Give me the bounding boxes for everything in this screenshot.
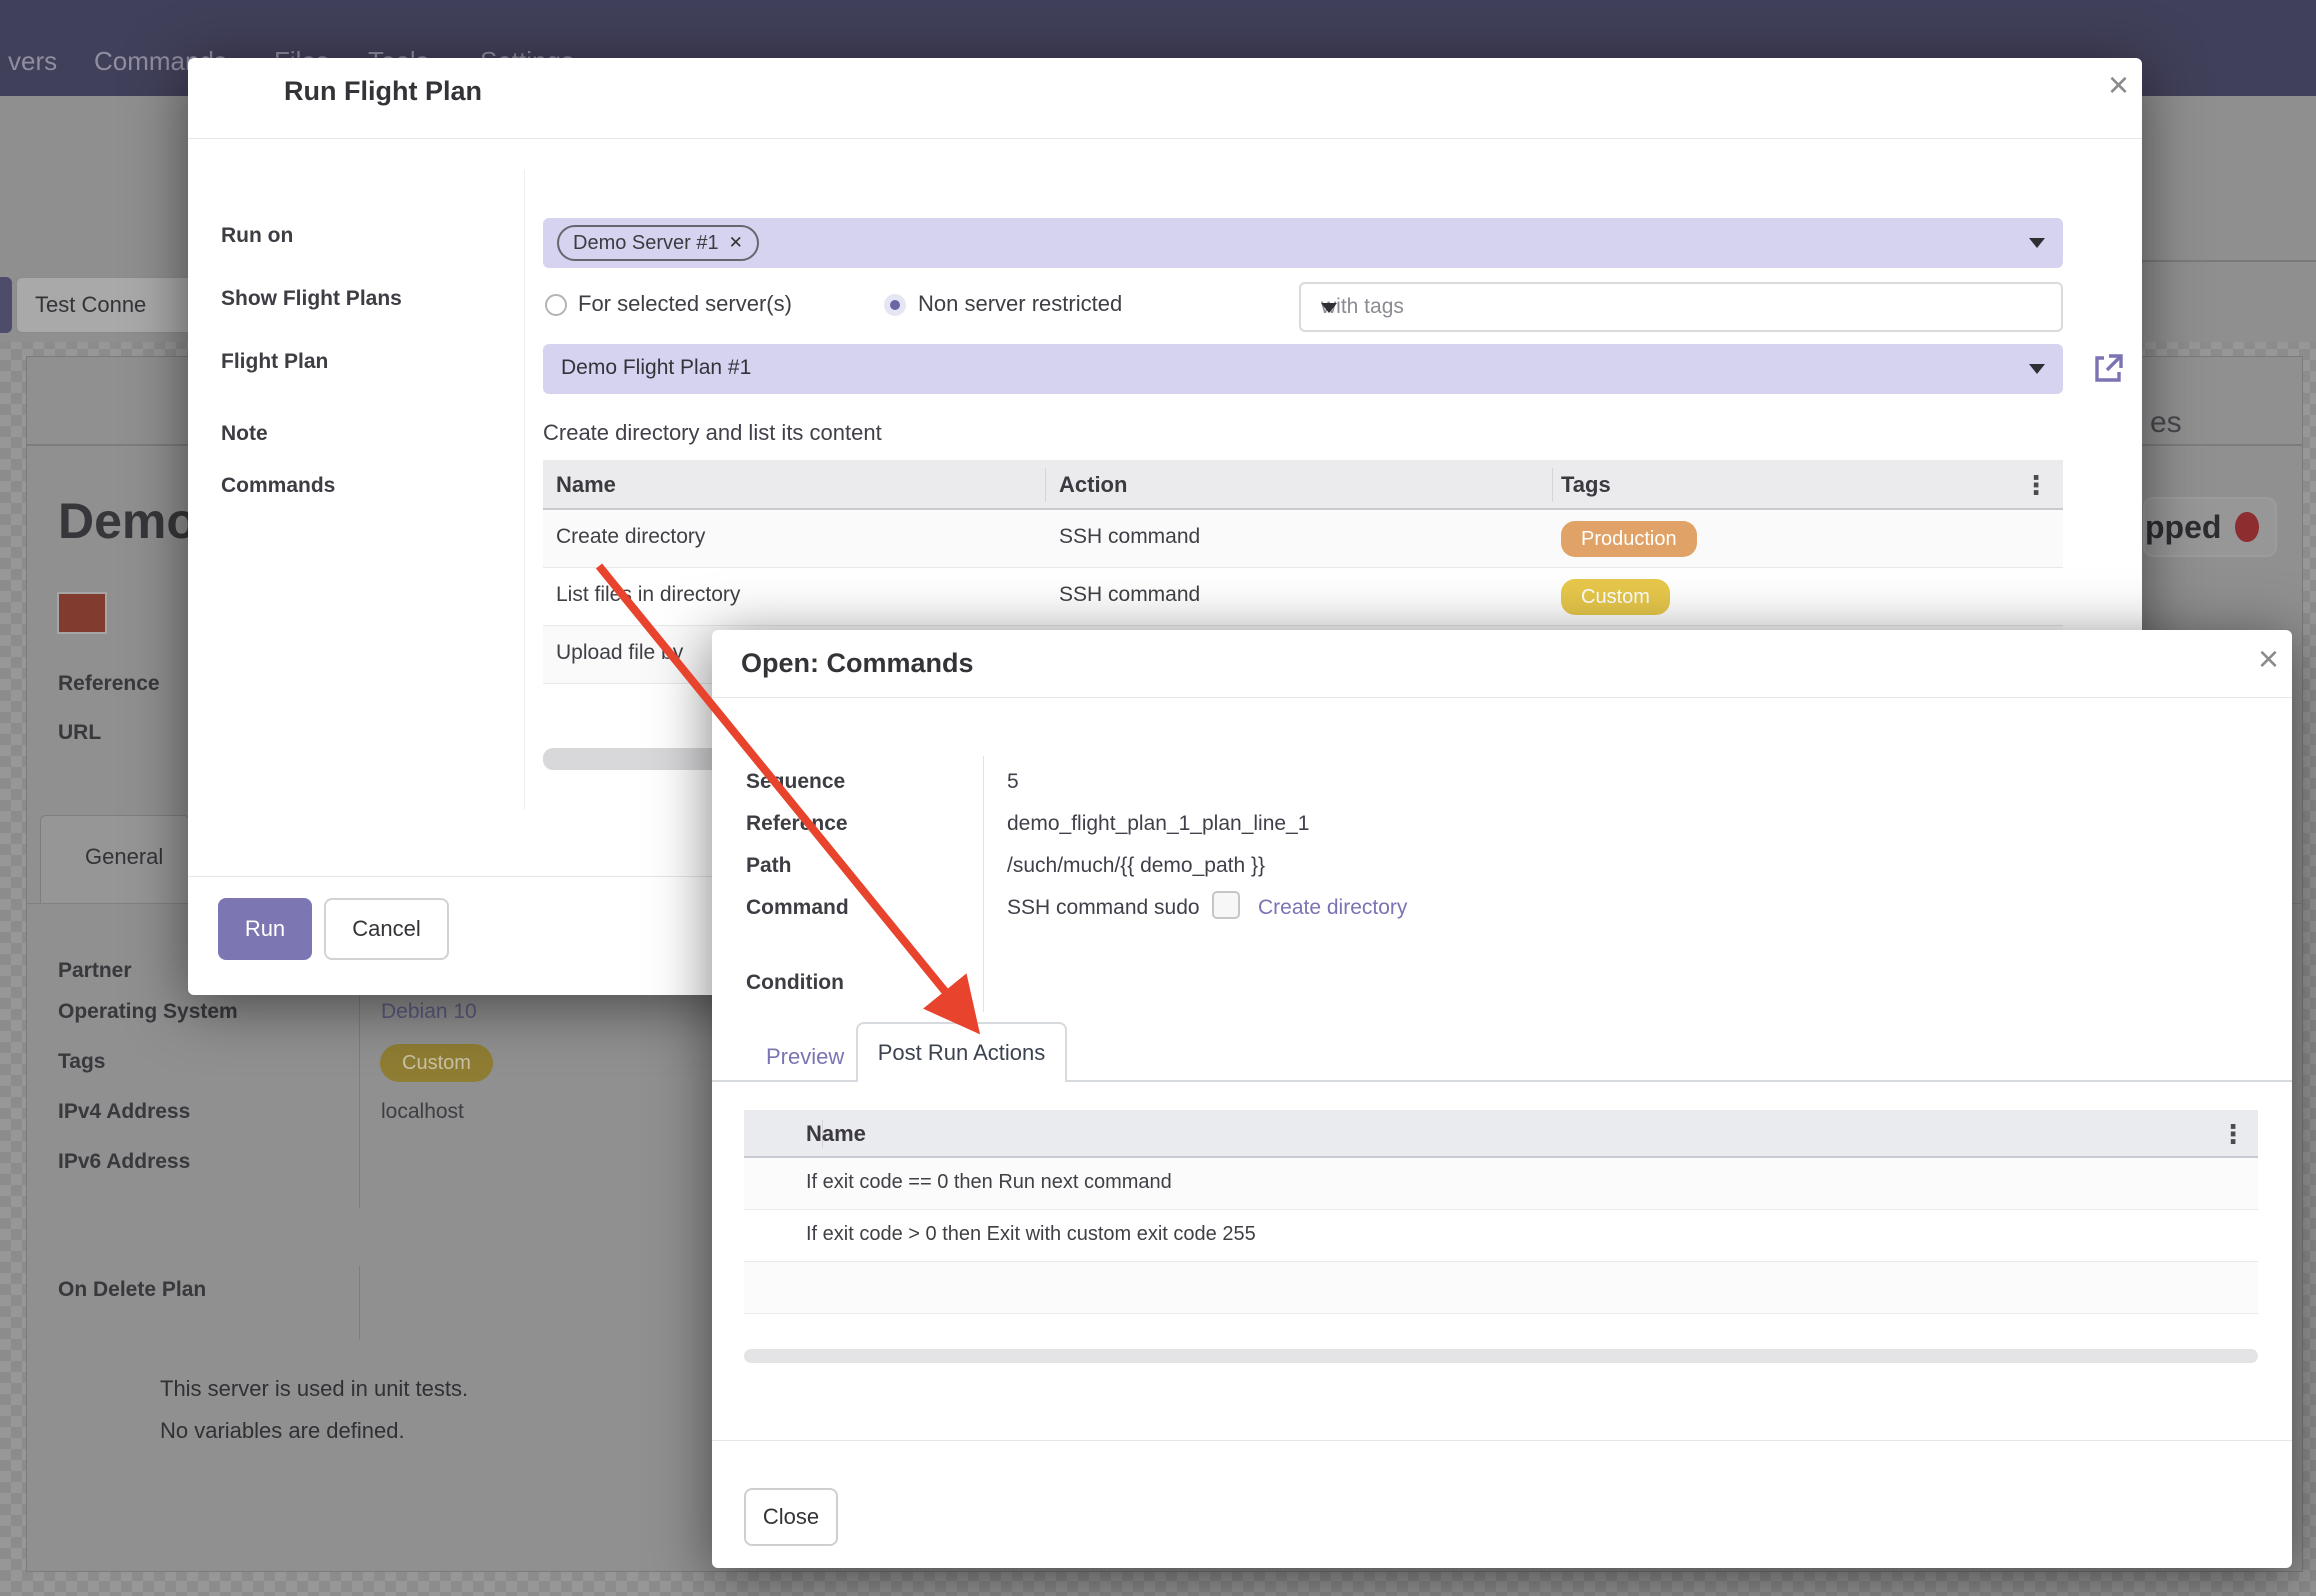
radio-for-selected-servers[interactable] bbox=[545, 294, 567, 316]
table-row[interactable]: If exit code > 0 then Exit with custom e… bbox=[744, 1210, 2258, 1262]
label-column-divider bbox=[983, 756, 984, 1012]
unit-test-note-line2: No variables are defined. bbox=[160, 1418, 405, 1444]
create-directory-link[interactable]: Create directory bbox=[1258, 896, 1407, 920]
column-name[interactable]: Name bbox=[806, 1121, 866, 1147]
reference-label: Reference bbox=[746, 812, 848, 836]
server-color-swatch[interactable] bbox=[57, 592, 107, 634]
tab-post-run-actions-label: Post Run Actions bbox=[858, 1040, 1065, 1066]
on-delete-plan-label: On Delete Plan bbox=[58, 1278, 206, 1302]
cell-action: SSH command bbox=[1059, 525, 1200, 549]
post-run-actions-table-header: Name ⋮ bbox=[744, 1110, 2258, 1158]
url-label: URL bbox=[58, 721, 101, 745]
command-value: SSH command sudo bbox=[1007, 896, 1200, 920]
tab-preview[interactable]: Preview bbox=[766, 1044, 844, 1070]
remove-tag-icon[interactable]: ✕ bbox=[729, 233, 743, 253]
chevron-down-icon[interactable] bbox=[2029, 238, 2045, 248]
horizontal-scrollbar[interactable] bbox=[744, 1349, 2258, 1363]
close-button[interactable]: Close bbox=[744, 1488, 838, 1546]
sequence-value: 5 bbox=[1007, 770, 1019, 794]
column-name[interactable]: Name bbox=[556, 472, 616, 498]
command-label: Command bbox=[746, 896, 849, 920]
reference-label: Reference bbox=[58, 672, 160, 696]
note-value: Create directory and list its content bbox=[543, 420, 882, 446]
chevron-down-icon[interactable] bbox=[2029, 364, 2045, 374]
column-tags[interactable]: Tags bbox=[1561, 472, 1611, 498]
path-label: Path bbox=[746, 854, 792, 878]
table-row-empty[interactable] bbox=[744, 1262, 2258, 1314]
show-flight-plans-label: Show Flight Plans bbox=[221, 287, 402, 311]
cell-name: If exit code == 0 then Run next command bbox=[806, 1171, 1172, 1194]
table-row[interactable]: If exit code == 0 then Run next command bbox=[744, 1158, 2258, 1210]
flight-plan-value: Demo Flight Plan #1 bbox=[561, 356, 751, 380]
selected-server-tag-label: Demo Server #1 bbox=[573, 232, 719, 255]
label-column-divider bbox=[524, 170, 525, 810]
commands-table-header: Name Action Tags ⋮ bbox=[543, 460, 2063, 510]
run-on-label: Run on bbox=[221, 224, 293, 248]
dialog-title: Open: Commands bbox=[741, 648, 974, 679]
run-on-multiselect[interactable]: Demo Server #1 ✕ bbox=[543, 218, 2063, 268]
ipv4-value: localhost bbox=[381, 1100, 464, 1124]
sudo-checkbox[interactable] bbox=[1212, 891, 1240, 919]
server-status-badge[interactable]: pped bbox=[2143, 497, 2277, 557]
status-label-partial: pped bbox=[2145, 509, 2221, 546]
selected-server-tag[interactable]: Demo Server #1 ✕ bbox=[557, 225, 759, 261]
tab-general[interactable]: General bbox=[40, 815, 190, 904]
commands-label: Commands bbox=[221, 474, 335, 498]
radio-non-server-restricted[interactable] bbox=[884, 294, 906, 316]
cell-name: Upload file by bbox=[556, 641, 683, 665]
truncated-statusbar-text: es bbox=[2150, 406, 2182, 440]
with-tags-select[interactable]: with tags bbox=[1299, 282, 2063, 332]
table-row[interactable]: Create directory SSH command Production bbox=[543, 510, 2063, 568]
os-value-link[interactable]: Debian 10 bbox=[381, 1000, 477, 1024]
tab-post-run-actions[interactable]: Post Run Actions bbox=[856, 1022, 1067, 1082]
test-connection-button[interactable]: Test Conne bbox=[16, 277, 194, 333]
nav-item-servers-partial[interactable]: vers bbox=[8, 46, 57, 77]
ipv4-label: IPv4 Address bbox=[58, 1100, 190, 1124]
cell-name: Create directory bbox=[556, 525, 705, 549]
tag-badge-custom: Custom bbox=[380, 1044, 493, 1082]
tag-badge-production: Production bbox=[1561, 521, 1697, 557]
reference-value: demo_flight_plan_1_plan_line_1 bbox=[1007, 812, 1309, 836]
flight-plan-label: Flight Plan bbox=[221, 350, 328, 374]
condition-label: Condition bbox=[746, 971, 844, 995]
external-link-icon[interactable] bbox=[2090, 350, 2126, 386]
dialog-title: Run Flight Plan bbox=[284, 76, 482, 107]
cancel-button[interactable]: Cancel bbox=[324, 898, 449, 960]
table-row[interactable]: List files in directory SSH command Cust… bbox=[543, 568, 2063, 626]
unit-test-note-line1: This server is used in unit tests. bbox=[160, 1376, 468, 1402]
cell-action: SSH command bbox=[1059, 583, 1200, 607]
table-options-kebab-icon[interactable]: ⋮ bbox=[2220, 1119, 2246, 1150]
sequence-label: Sequence bbox=[746, 770, 845, 794]
truncated-left-button[interactable] bbox=[0, 277, 12, 333]
run-button[interactable]: Run bbox=[218, 898, 312, 960]
note-label: Note bbox=[221, 422, 268, 446]
radio-non-server-restricted-label[interactable]: Non server restricted bbox=[918, 291, 1122, 317]
partner-label: Partner bbox=[58, 959, 132, 983]
tags-label: Tags bbox=[58, 1050, 105, 1074]
open-commands-dialog: Open: Commands × Sequence 5 Reference de… bbox=[712, 630, 2292, 1568]
header-divider bbox=[2142, 260, 2316, 262]
field-column-divider bbox=[359, 1266, 360, 1340]
path-value: /such/much/{{ demo_path }} bbox=[1007, 854, 1265, 878]
cell-name: If exit code > 0 then Exit with custom e… bbox=[806, 1223, 1256, 1246]
tab-general-label: General bbox=[85, 844, 163, 870]
chevron-down-icon[interactable] bbox=[1321, 303, 1337, 313]
stopped-status-dot-icon bbox=[2235, 512, 2259, 542]
table-options-kebab-icon[interactable]: ⋮ bbox=[2023, 470, 2049, 501]
flight-plan-select[interactable]: Demo Flight Plan #1 bbox=[543, 344, 2063, 394]
column-action[interactable]: Action bbox=[1059, 472, 1127, 498]
cell-name: List files in directory bbox=[556, 583, 740, 607]
field-column-divider bbox=[359, 996, 360, 1208]
radio-for-selected-servers-label[interactable]: For selected server(s) bbox=[578, 291, 792, 317]
ipv6-label: IPv6 Address bbox=[58, 1150, 190, 1174]
os-label: Operating System bbox=[58, 1000, 238, 1024]
screen: vers Commands Files Tools Settings Test … bbox=[0, 0, 2316, 1596]
close-icon[interactable]: × bbox=[2258, 644, 2279, 674]
server-title-partial: Demo bbox=[58, 492, 197, 550]
tag-badge-custom: Custom bbox=[1561, 579, 1670, 615]
close-icon[interactable]: × bbox=[2108, 70, 2129, 100]
